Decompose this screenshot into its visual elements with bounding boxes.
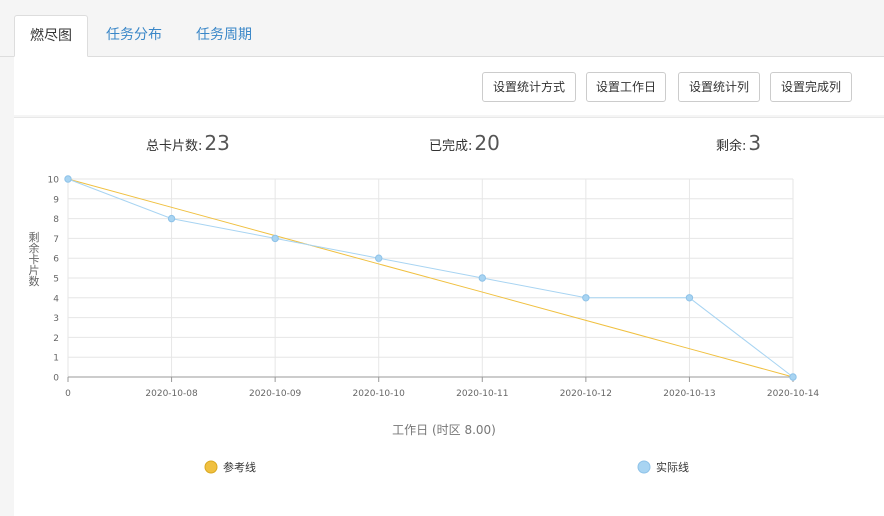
actual-data-point[interactable] xyxy=(685,294,694,302)
burndown-chart: 0 1 2 3 4 5 6 7 8 9 10 0 2020-10-08 2020-10-09 2020-10… xyxy=(29,175,820,474)
y-tick-label: 10 xyxy=(48,176,60,186)
actual-data-point[interactable] xyxy=(478,274,486,282)
actual-data-point[interactable] xyxy=(271,234,279,243)
y-tick-label: 9 xyxy=(53,195,59,205)
x-tick-label: 2020-10-08 xyxy=(145,389,198,399)
y-tick-label: 8 xyxy=(53,215,59,225)
x-tick-label: 2020-10-12 xyxy=(560,389,612,399)
y-tick-label: 1 xyxy=(53,354,59,364)
y-tick-label: 5 xyxy=(53,275,59,285)
y-tick-label: 2 xyxy=(53,334,59,344)
actual-data-point[interactable] xyxy=(789,373,797,381)
x-tick-label: 2020-10-10 xyxy=(353,389,406,399)
x-tick-label: 2020-10-13 xyxy=(663,389,715,399)
x-axis-label: 工作日 (时区 8.00) xyxy=(392,423,496,437)
actual-data-point[interactable] xyxy=(375,254,383,262)
legend-actual-label[interactable]: 实际线 xyxy=(656,460,689,474)
legend-reference-label[interactable]: 参考线 xyxy=(223,460,256,474)
actual-data-point[interactable] xyxy=(582,294,590,302)
x-tick-label: 0 xyxy=(65,389,71,399)
y-tick-label: 7 xyxy=(53,235,59,245)
x-tick-label: 2020-10-14 xyxy=(767,389,820,399)
y-axis-label-char: 数 xyxy=(29,275,40,288)
y-tick-label: 6 xyxy=(53,255,59,265)
actual-data-point[interactable] xyxy=(64,175,72,183)
legend-actual-marker[interactable] xyxy=(637,460,651,474)
x-tick-label: 2020-10-09 xyxy=(249,389,302,399)
actual-data-point[interactable] xyxy=(167,214,176,223)
y-tick-label: 0 xyxy=(53,374,59,384)
legend-reference-marker[interactable] xyxy=(204,460,218,474)
y-tick-label: 4 xyxy=(53,294,59,304)
x-tick-label: 2020-10-11 xyxy=(456,389,508,399)
y-tick-label: 3 xyxy=(53,314,59,324)
